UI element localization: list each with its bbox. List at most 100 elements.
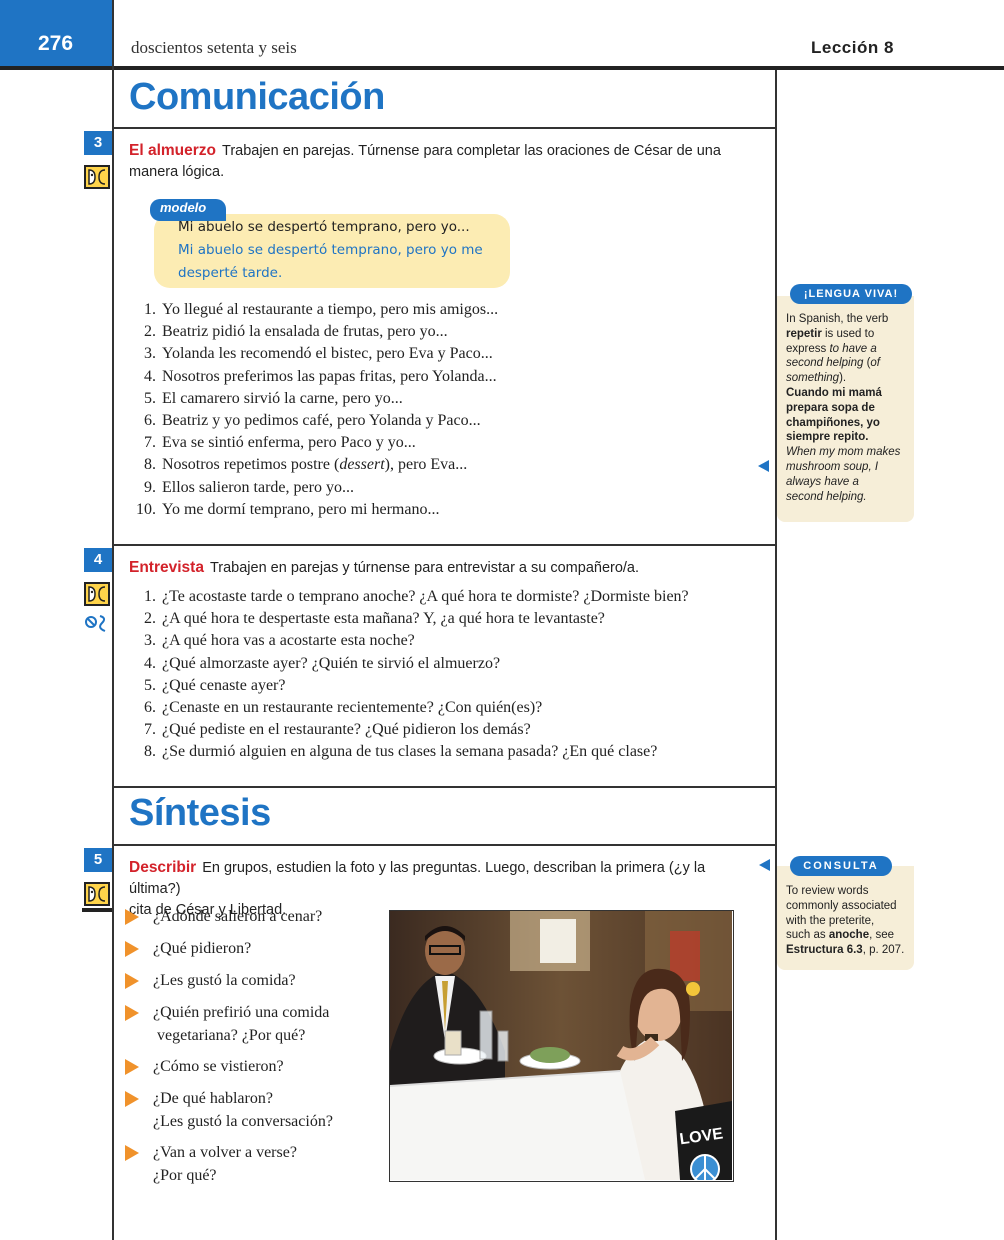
sidebar-text: In Spanish, the verb repetir is used to ex… (786, 313, 889, 385)
page-number: 276 (0, 0, 112, 66)
lesson-label: Lección 8 (811, 38, 894, 57)
item-number: 6. (144, 412, 156, 430)
page-number-words: doscientos setenta y seis (131, 38, 297, 57)
list-item: 1. Yo llegué al restaurante a tiempo, per… (126, 299, 498, 321)
left-frame-line (112, 0, 114, 1240)
list-item: 7. Eva se sintió enferma, pero Paco y yo.… (126, 432, 498, 454)
orange-bullet-icon (125, 1091, 139, 1107)
modelo-tab: modelo (150, 199, 226, 221)
activity-instructions: El almuerzo Trabajen en parejas. Túrnense… (129, 140, 749, 183)
item-number: 4. (144, 654, 156, 672)
lengua-viva-sidebar: In Spanish, the verb repetir is used to ex… (777, 296, 914, 522)
item-number: 1. (144, 588, 156, 605)
activity-number: 4 (84, 548, 112, 572)
modelo-prompt: Mi abuelo se despertó temprano, pero yo.… (178, 219, 470, 235)
list-item: 3. ¿A qué hora vas a acostarte esta noche… (126, 630, 689, 652)
item-number: 8. (144, 456, 156, 474)
group-work-icon-base (82, 908, 112, 912)
modelo-answer-line: desperté tarde. (178, 265, 283, 281)
activity-number: 5 (84, 848, 112, 872)
item-number: 5. (144, 676, 156, 694)
orange-bullet-icon (125, 973, 139, 989)
item-number: 2. (144, 323, 156, 341)
discussion-questions: ¿Adónde salieron a cenar? ¿Qué pidieron? ¿… (125, 905, 375, 1205)
pair-work-icon (84, 165, 110, 189)
list-item: 4. Nosotros preferimos las papas fritas, … (126, 366, 498, 388)
item-text: ¿Qué cenaste ayer? (162, 676, 286, 694)
question-text: ¿Adónde salieron a cenar? (153, 908, 323, 925)
question-text: ¿Qué pidieron? (153, 940, 252, 957)
list-item: 2. Beatriz pidió la ensalada de frutas, p… (126, 321, 498, 343)
instruction-text: manera lógica. (129, 164, 225, 180)
pair-work-icon (84, 582, 110, 606)
instruction-text: En grupos, estudien la foto y las pregun… (129, 860, 706, 897)
list-item: 9. Ellos salieron tarde, pero yo... (126, 477, 498, 499)
item-text: ¿Te acostaste tarde o temprano anoche? ¿… (162, 588, 689, 605)
right-frame-line (775, 70, 777, 1240)
activity-keyword: El almuerzo (129, 142, 216, 159)
item-text: ¿Qué almorzaste ayer? ¿Quién te sirvió e… (162, 654, 501, 672)
list-item: 4. ¿Qué almorzaste ayer? ¿Quién te sirvió… (126, 653, 689, 675)
item-text: ¿A qué hora vas a acostarte esta noche? (162, 632, 415, 650)
item-text: Beatriz pidió la ensalada de frutas, per… (162, 323, 448, 341)
group-work-icon (84, 882, 110, 906)
item-number: 3. (144, 345, 156, 363)
list-item: 6. Beatriz y yo pedimos café, pero Yoland… (126, 410, 498, 432)
question-text: ¿Van a volver a verse? ¿Por qué? (153, 1144, 297, 1184)
modelo-answer-line: Mi abuelo se despertó temprano, pero yo … (178, 242, 483, 258)
instruction-text: Trabajen en parejas. Túrnense para compl… (222, 143, 721, 159)
list-item: 2. ¿A qué hora te despertaste esta mañana… (126, 608, 689, 630)
question-text: ¿De qué hablaron? ¿Les gustó la conversac… (153, 1090, 333, 1130)
orange-bullet-icon (125, 1005, 139, 1021)
recording-icon (82, 612, 112, 634)
item-number: 5. (144, 389, 156, 407)
item-text: Beatriz y yo pedimos café, pero Yolanda … (162, 412, 481, 430)
question-text: ¿Cómo se vistieron? (153, 1058, 284, 1075)
orange-bullet-icon (125, 1059, 139, 1075)
item-text: ¿Cenaste en un restaurante recientemente… (162, 699, 543, 717)
item-number: 3. (144, 632, 156, 650)
activity-keyword: Entrevista (129, 559, 204, 576)
item-text: Ellos salieron tarde, pero yo... (162, 478, 354, 496)
item-text: Yo me dormí temprano, pero mi hermano... (162, 500, 440, 518)
item-text: ¿A qué hora te despertaste esta mañana? … (162, 610, 605, 628)
item-number: 7. (144, 721, 156, 739)
restaurant-photo: LOVE (389, 910, 734, 1182)
item-text: Yo llegué al restaurante a tiempo, pero … (162, 301, 499, 318)
list-item: 10. Yo me dormí temprano, pero mi hermano… (126, 499, 498, 521)
item-number: 9. (144, 478, 156, 496)
item-text: ¿Se durmió alguien en alguna de tus clas… (162, 743, 658, 761)
list-item: 8. ¿Se durmió alguien en alguna de tus cl… (126, 741, 689, 763)
section-title-sintesis: Síntesis (129, 792, 271, 834)
item-text: Nosotros preferimos las papas fritas, pe… (162, 367, 497, 385)
lengua-viva-tab: ¡LENGUA VIVA! (790, 284, 912, 304)
list-item: 8. Nosotros repetimos postre (dessert), p… (126, 454, 498, 476)
section-title-comunicacion: Comunicación (129, 76, 385, 118)
list-item: 3. Yolanda les recomendó el bistec, pero … (126, 343, 498, 365)
item-number: 4. (144, 367, 156, 385)
orange-bullet-icon (125, 909, 139, 925)
question-text: ¿Les gustó la comida? (153, 972, 296, 989)
item-text: Yolanda les recomendó el bistec, pero Ev… (162, 345, 493, 363)
list-item: 5. El camarero sirvió la carne, pero yo..… (126, 388, 498, 410)
sentence-list: 1. Yo llegué al restaurante a tiempo, per… (126, 299, 498, 521)
orange-bullet-icon (125, 1145, 139, 1161)
item-number: 1. (144, 301, 156, 318)
modelo-answer: Mi abuelo se despertó temprano, pero yo … (178, 239, 500, 285)
item-text: El camarero sirvió la carne, pero yo... (162, 389, 403, 407)
item-text: Nosotros repetimos postre (dessert), per… (162, 456, 468, 474)
header-rule (0, 66, 1004, 70)
list-item: 6. ¿Cenaste en un restaurante recientemen… (126, 697, 689, 719)
divider (112, 544, 776, 546)
item-number: 8. (144, 743, 156, 761)
item-number: 2. (144, 610, 156, 628)
activity-number: 3 (84, 131, 112, 155)
question-list: 1. ¿Te acostaste tarde o temprano anoche?… (126, 586, 689, 764)
question-text: ¿Quién prefirió una comida vegetariana? … (153, 1004, 330, 1044)
divider (112, 786, 776, 788)
consulta-sidebar: To review words commonly associated with t… (777, 866, 914, 970)
pointer-arrow-icon (759, 859, 770, 871)
activity-keyword: Describir (129, 859, 197, 876)
divider (112, 127, 776, 129)
consulta-tab: CONSULTA (790, 856, 892, 876)
